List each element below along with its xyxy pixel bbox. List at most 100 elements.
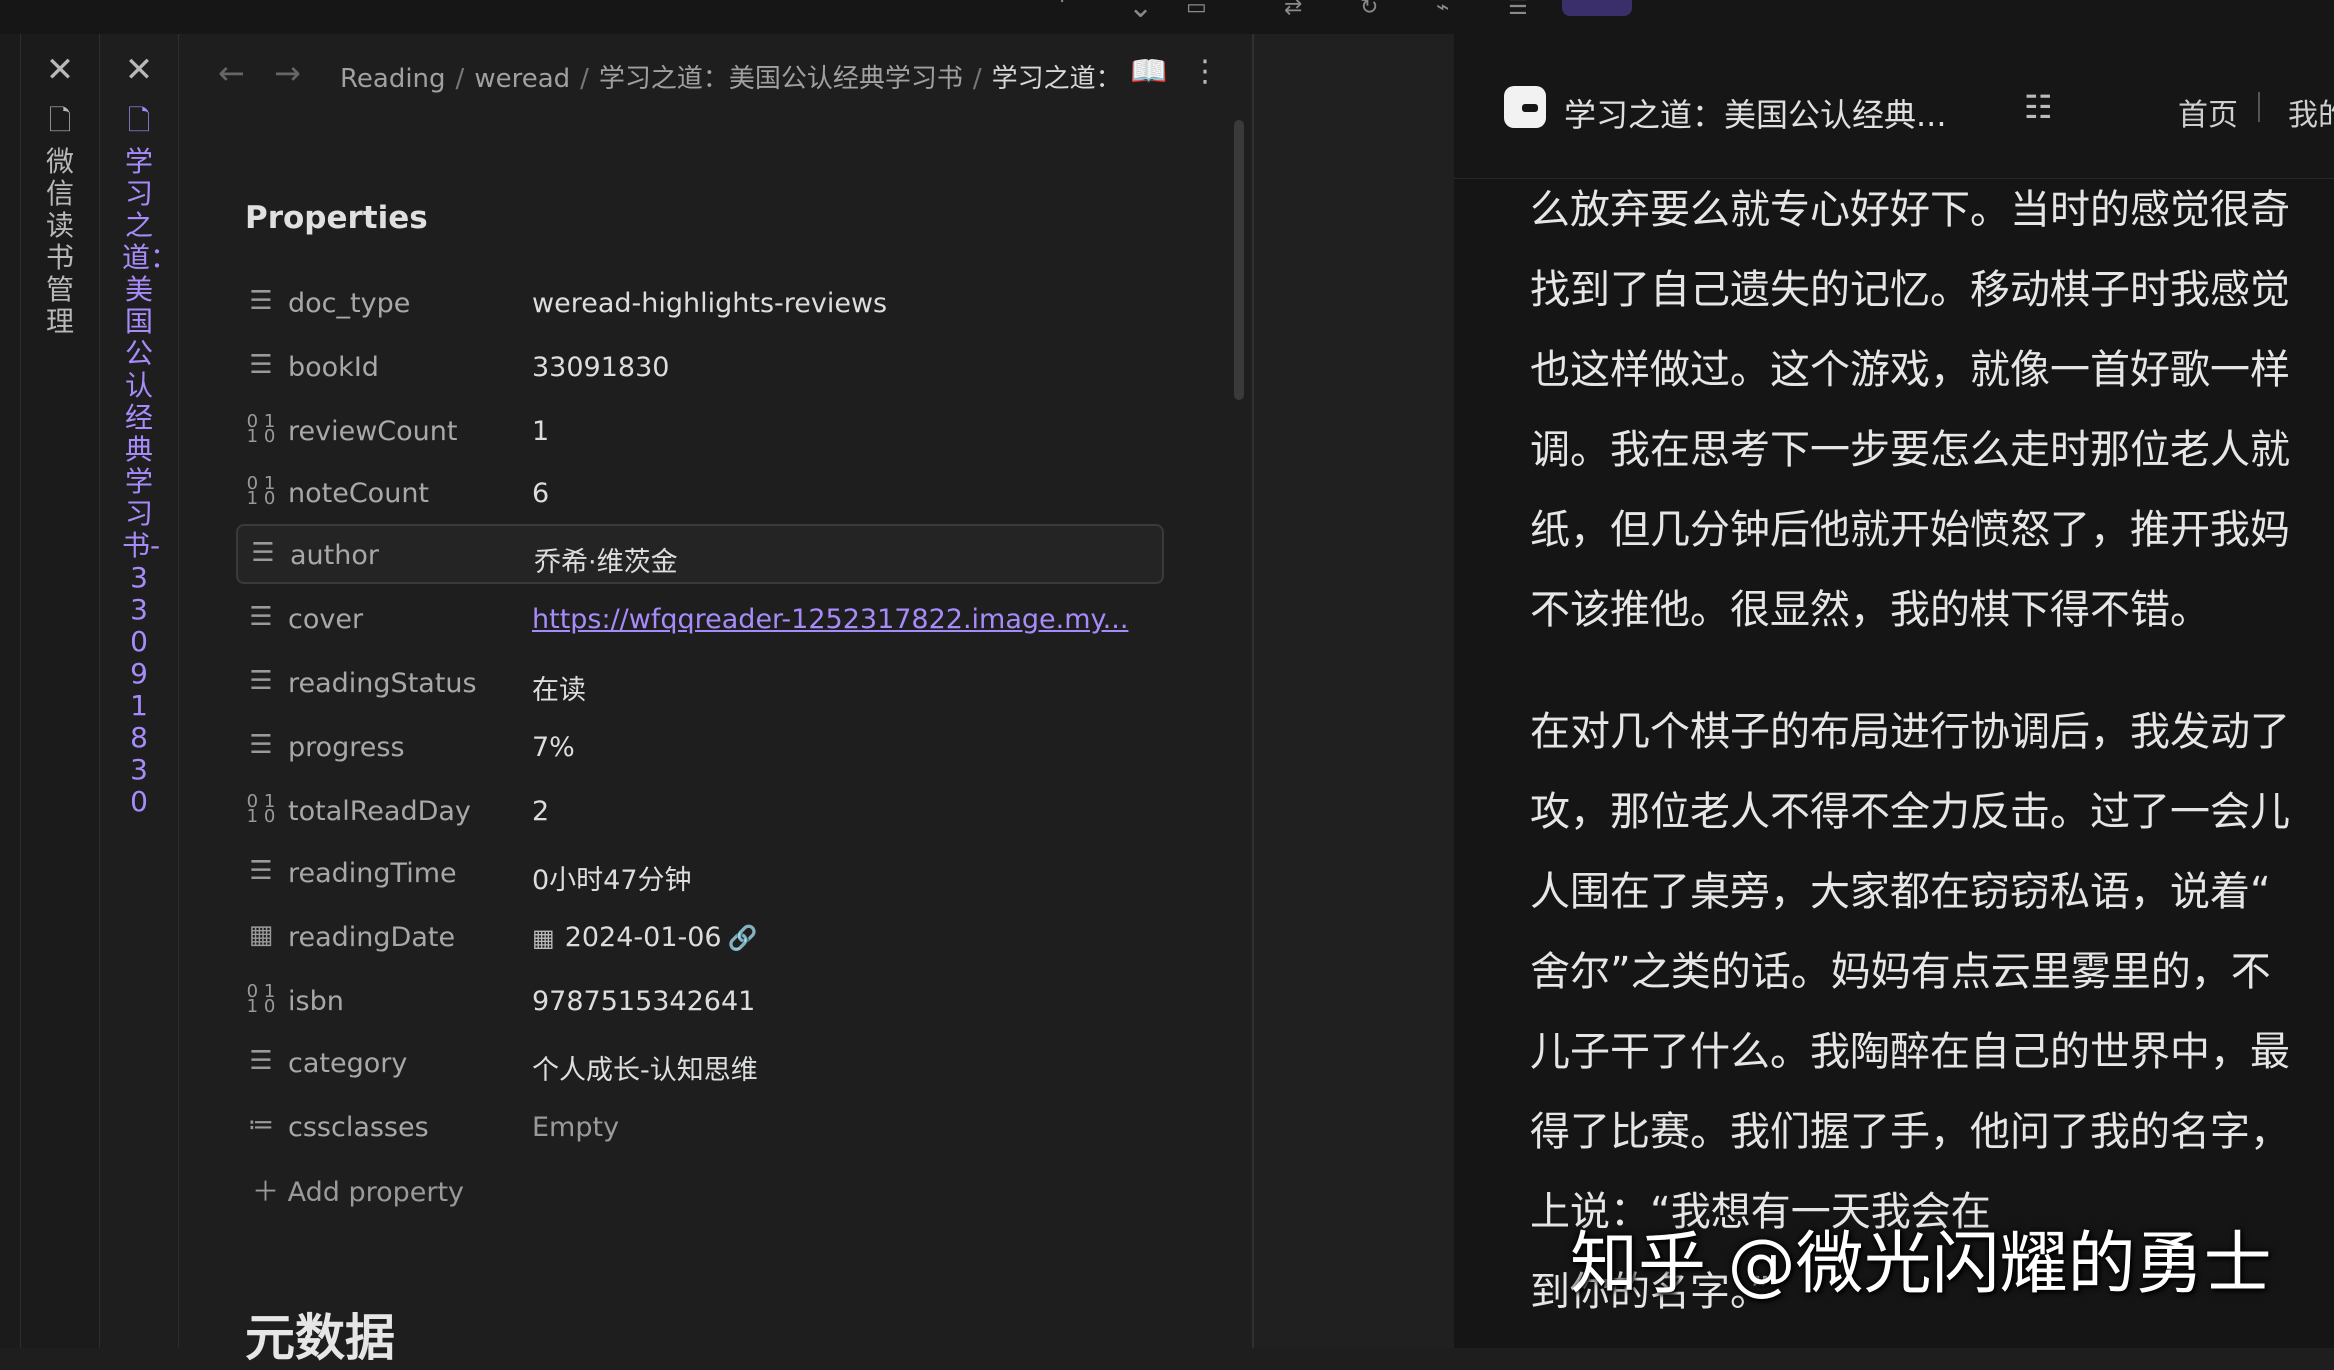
table-of-contents-icon[interactable]: ☷ (2024, 88, 2053, 126)
stacked-tab-1[interactable]: ✕ 🗋 微信读书管理 (20, 34, 100, 1348)
chevron-down-icon[interactable]: ⌄ (1128, 0, 1153, 23)
calendar-icon: ▦ (248, 920, 274, 950)
property-value[interactable]: 0小时47分钟 (532, 858, 692, 897)
date-text: 2024-01-06 (564, 922, 722, 953)
property-row-cssclasses[interactable]: ≔ cssclasses Empty (236, 1098, 1160, 1154)
property-value[interactable]: 1 (532, 416, 549, 447)
add-property-button[interactable]: ＋ Add property (252, 1170, 464, 1209)
property-value[interactable]: 个人成长-认知思维 (532, 1048, 758, 1087)
property-value[interactable]: 2 (532, 796, 549, 827)
left-gutter (0, 34, 20, 1348)
text-line: 得了比赛。我们握了手，他问了我的名字， (1530, 1109, 2290, 1155)
close-icon[interactable]: ✕ (100, 50, 178, 90)
property-value[interactable]: 33091830 (532, 352, 669, 383)
property-key: doc_type (288, 288, 411, 319)
mine-link[interactable]: 我的 (2288, 90, 2334, 134)
property-key: readingTime (288, 858, 457, 889)
top-bar: ˈ ⌄ ▭ ⇄ ↻ ⌁ ☰ (0, 0, 2334, 35)
breadcrumb: Reading / weread / 学习之道：美国公认经典学习书 / 学习之道： (340, 64, 1122, 94)
properties-title: Properties (245, 200, 428, 236)
forward-arrow-icon[interactable]: → (274, 54, 301, 92)
property-row-bookid[interactable]: ☰ bookId 33091830 (236, 338, 1160, 394)
pin-icon[interactable]: ˈ (1058, 0, 1066, 23)
property-row-progress[interactable]: ☰ progress 7% (236, 718, 1160, 774)
property-key: cover (288, 604, 364, 635)
section-heading: 元数据 (245, 1309, 395, 1367)
list-icon: ≔ (248, 1110, 274, 1140)
link-icon[interactable]: ⌁ (1436, 0, 1449, 19)
breadcrumb-item[interactable]: 学习之道：美国公认经典学习书 (599, 64, 963, 94)
text-line: 么放弃要么就专心好好下。当时的感觉很奇 (1530, 187, 2290, 233)
text-line: 也这样做过。这个游戏，就像一首好歌一样 (1530, 347, 2290, 393)
property-key: isbn (288, 986, 344, 1017)
property-key: category (288, 1048, 408, 1079)
reader-book-title: 学习之道：美国公认经典... (1564, 96, 1947, 134)
property-row-readingstatus[interactable]: ☰ readingStatus 在读 (236, 654, 1160, 710)
text-line: 人围在了桌旁，大家都在窃窃私语，说着“ (1530, 869, 2271, 915)
property-value[interactable]: Empty (532, 1112, 619, 1143)
property-value[interactable]: 乔希·维茨金 (534, 540, 678, 579)
number-icon: 0 11 0 (246, 791, 276, 827)
close-icon[interactable]: ✕ (21, 50, 99, 90)
property-row-category[interactable]: ☰ category 个人成长-认知思维 (236, 1034, 1160, 1090)
text-icon: ☰ (249, 666, 273, 696)
property-key: bookId (288, 352, 379, 383)
weread-logo-icon[interactable] (1504, 86, 1546, 128)
date-value[interactable]: ▦ 2024-01-06 🔗 (532, 922, 758, 953)
property-value[interactable]: 9787515342641 (532, 986, 755, 1017)
more-options-icon[interactable]: ⋮ (1190, 54, 1220, 89)
reader-header: 学习之道：美国公认经典... ☷ 首页 我的 (1454, 34, 2334, 179)
property-value[interactable]: weread-highlights-reviews (532, 288, 887, 319)
text-line: 纸，但几分钟后他就开始愤怒了，推开我妈 (1530, 507, 2290, 553)
text-icon: ☰ (249, 856, 273, 886)
swap-icon[interactable]: ⇄ (1284, 0, 1302, 19)
text-icon: ☰ (251, 538, 275, 568)
property-row-notecount[interactable]: 0 11 0 noteCount 6 (236, 464, 1160, 520)
text-icon: ☰ (249, 286, 273, 316)
property-row-cover[interactable]: ☰ cover https://wfqqreader-1252317822.im… (236, 590, 1160, 646)
back-arrow-icon[interactable]: ← (218, 54, 245, 92)
nav-header: ← → Reading / weread / 学习之道：美国公认经典学习书 / 学习之道： … (180, 34, 1252, 114)
sync-icon[interactable]: ↻ (1360, 0, 1378, 19)
property-row-isbn[interactable]: 0 11 0 isbn 9787515342641 (236, 972, 1160, 1028)
stacked-tab-2[interactable]: ✕ 🗋 学习之道：美国公认经典学习书-33091830 (100, 34, 179, 1348)
breadcrumb-item[interactable]: Reading (340, 64, 446, 94)
calendar-icon: ▦ (532, 924, 555, 952)
reading-mode-icon[interactable]: 📖 (1130, 54, 1167, 89)
property-row-readingdate[interactable]: ▦ readingDate ▦ 2024-01-06 🔗 (236, 908, 1160, 964)
property-key: readingStatus (288, 668, 477, 699)
property-key: readingDate (288, 922, 456, 953)
note-pane: ← → Reading / weread / 学习之道：美国公认经典学习书 / 学习之道： … (180, 34, 1252, 1367)
property-row-author[interactable]: ☰ author 乔希·维茨金 (236, 524, 1164, 584)
scrollbar[interactable] (1234, 120, 1244, 400)
property-key: noteCount (288, 478, 430, 509)
property-value[interactable]: 7% (532, 732, 575, 763)
text-line: 儿子干了什么。我陶醉在自己的世界中，最 (1530, 1029, 2290, 1075)
property-key: totalReadDay (288, 796, 471, 827)
breadcrumb-current: 学习之道： (991, 64, 1122, 94)
home-link[interactable]: 首页 (2178, 90, 2238, 134)
property-key: reviewCount (288, 416, 458, 447)
list-icon[interactable]: ☰ (1508, 0, 1528, 19)
plus-icon: ＋ (252, 1177, 279, 1208)
active-ribbon-button[interactable] (1562, 0, 1632, 16)
breadcrumb-item[interactable]: weread (474, 64, 570, 94)
property-row-totalreadday[interactable]: 0 11 0 totalReadDay 2 (236, 782, 1160, 838)
property-row-readingtime[interactable]: ☰ readingTime 0小时47分钟 (236, 844, 1160, 900)
number-icon: 0 11 0 (246, 473, 276, 509)
link-icon[interactable]: 🔗 (728, 924, 758, 952)
cover-link[interactable]: https://wfqqreader-1252317822.image.my..… (532, 604, 1128, 635)
watermark: 知乎 @微光闪耀的勇士 (1570, 1225, 2272, 1304)
text-line: 不该推他。很显然，我的棋下得不错。 (1530, 587, 2210, 633)
number-icon: 0 11 0 (246, 411, 276, 447)
property-key: cssclasses (288, 1112, 429, 1143)
text-line: 舍尔”之类的话。妈妈有点云里雾里的，不 (1530, 949, 2271, 995)
layout-icon[interactable]: ▭ (1186, 0, 1207, 19)
property-key: author (290, 540, 379, 571)
property-value[interactable]: 在读 (532, 668, 586, 707)
reader-text: 么放弃要么就专心好好下。当时的感觉很奇 找到了自己遗失的记忆。移动棋子时我感觉 … (1530, 170, 2334, 1332)
property-value[interactable]: 6 (532, 478, 549, 509)
property-row-reviewcount[interactable]: 0 11 0 reviewCount 1 (236, 402, 1160, 458)
property-row-doc-type[interactable]: ☰ doc_type weread-highlights-reviews (236, 274, 1160, 330)
text-icon: ☰ (249, 350, 273, 380)
